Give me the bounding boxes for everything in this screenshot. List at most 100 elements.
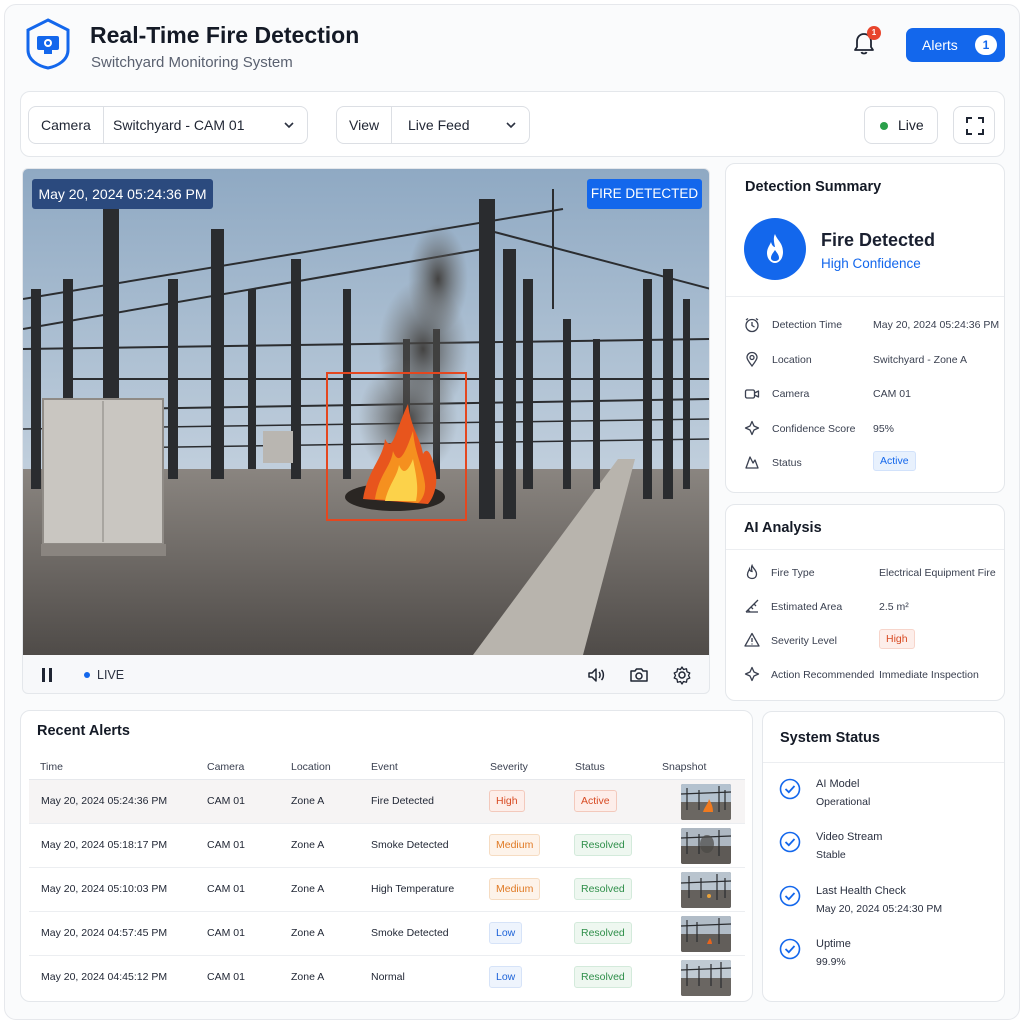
- camera-select[interactable]: Camera Switchyard - CAM 01: [28, 106, 308, 144]
- detection-confidence-text: High Confidence: [821, 256, 921, 271]
- camera-label: Camera: [772, 388, 810, 400]
- status-label: Status: [772, 457, 802, 469]
- status-badge: Active: [574, 790, 617, 812]
- check-circle-icon: [779, 938, 801, 960]
- ai-analysis-title: AI Analysis: [744, 520, 822, 536]
- snapshot-thumbnail[interactable]: [681, 916, 731, 952]
- flame-outline-icon: [746, 564, 758, 580]
- video-controls: LIVE: [23, 655, 709, 693]
- alert-event: Smoke Detected: [371, 927, 449, 939]
- page-subtitle: Switchyard Monitoring System: [91, 54, 293, 71]
- alert-event: High Temperature: [371, 883, 455, 895]
- table-row[interactable]: May 20, 2024 05:10:03 PM CAM 01 Zone A H…: [29, 868, 745, 912]
- camera-value: CAM 01: [873, 388, 911, 400]
- recent-alerts-title: Recent Alerts: [37, 723, 130, 739]
- check-circle-icon: [779, 885, 801, 907]
- live-button[interactable]: Live: [864, 106, 938, 144]
- area-ruler-icon: [745, 599, 759, 613]
- system-status-card: System Status AI Model Operational Video…: [762, 711, 1005, 1002]
- alert-event: Fire Detected: [371, 795, 435, 807]
- notification-badge: 1: [867, 26, 881, 40]
- view-select-label: View: [337, 107, 393, 143]
- alert-camera: CAM 01: [207, 971, 245, 983]
- status-badge: Resolved: [574, 834, 632, 856]
- flame-icon: [767, 234, 783, 263]
- alerts-button-label: Alerts: [922, 37, 958, 53]
- video-stream-label: Video Stream: [816, 831, 883, 843]
- system-status-title: System Status: [780, 730, 880, 746]
- live-indicator-label: LIVE: [97, 668, 125, 682]
- confidence-score-label: Confidence Score: [772, 423, 856, 435]
- divider: [763, 762, 1004, 763]
- status-badge: Resolved: [574, 878, 632, 900]
- confidence-score-value: 95%: [873, 423, 895, 435]
- volume-icon[interactable]: [586, 665, 606, 685]
- ai-model-value: Operational: [816, 796, 871, 808]
- alert-location: Zone A: [291, 883, 325, 895]
- table-row[interactable]: May 20, 2024 04:57:45 PM CAM 01 Zone A S…: [29, 912, 745, 956]
- view-select-value: Live Feed: [408, 117, 470, 133]
- table-row[interactable]: May 20, 2024 05:24:36 PM CAM 01 Zone A F…: [29, 780, 745, 824]
- column-header-snapshot: Snapshot: [662, 761, 707, 773]
- severity-badge: Low: [489, 966, 523, 988]
- snapshot-thumbnail[interactable]: [681, 960, 731, 996]
- snapshot-thumbnail[interactable]: [681, 828, 731, 864]
- snapshot-camera-icon[interactable]: [629, 665, 649, 685]
- alert-time: May 20, 2024 05:18:17 PM: [41, 839, 168, 851]
- alert-time: May 20, 2024 04:57:45 PM: [41, 927, 168, 939]
- action-recommended-label: Action Recommended: [771, 669, 875, 681]
- alert-location: Zone A: [291, 971, 325, 983]
- status-badge: Resolved: [574, 922, 632, 944]
- pause-icon[interactable]: [37, 665, 57, 685]
- app-logo-icon: [26, 18, 70, 70]
- alerts-button[interactable]: Alerts 1: [906, 28, 1005, 62]
- fullscreen-icon: [966, 117, 984, 135]
- estimated-area-label: Estimated Area: [771, 601, 843, 613]
- alert-time: May 20, 2024 04:45:12 PM: [41, 971, 168, 983]
- last-health-check-label: Last Health Check: [816, 885, 906, 897]
- alert-camera: CAM 01: [207, 839, 245, 851]
- uptime-value: 99.9%: [816, 956, 846, 968]
- alert-location: Zone A: [291, 795, 325, 807]
- check-circle-icon: [779, 831, 801, 853]
- page-title: Real-Time Fire Detection: [90, 22, 360, 48]
- settings-gear-icon[interactable]: [672, 665, 692, 685]
- estimated-area-value: 2.5 m²: [879, 601, 909, 613]
- camera-toolbar: Camera Switchyard - CAM 01 View Live Fee…: [20, 91, 1005, 157]
- video-stream-value: Stable: [816, 849, 846, 861]
- detection-time-value: May 20, 2024 05:24:36 PM: [873, 319, 1000, 331]
- detection-summary-card: Detection Summary Fire Detected High Con…: [725, 163, 1005, 493]
- column-header-status: Status: [575, 761, 605, 773]
- target-icon: [744, 420, 760, 436]
- alert-event: Smoke Detected: [371, 839, 449, 851]
- warning-triangle-icon: [744, 632, 760, 647]
- table-row[interactable]: May 20, 2024 04:45:12 PM CAM 01 Zone A N…: [29, 956, 745, 1000]
- fire-type-value: Electrical Equipment Fire: [879, 567, 996, 579]
- live-button-label: Live: [898, 117, 924, 133]
- detection-summary-title: Detection Summary: [745, 179, 882, 195]
- fullscreen-button[interactable]: [953, 106, 995, 144]
- live-indicator-dot: [84, 672, 90, 678]
- table-row[interactable]: May 20, 2024 05:18:17 PM CAM 01 Zone A S…: [29, 824, 745, 868]
- status-badge: Resolved: [574, 966, 632, 988]
- fire-type-label: Fire Type: [771, 567, 815, 579]
- severity-badge: Medium: [489, 834, 541, 856]
- alerts-count-badge: 1: [975, 35, 997, 55]
- alert-event: Normal: [371, 971, 405, 983]
- column-header-camera: Camera: [207, 761, 245, 773]
- detection-status-title: Fire Detected: [821, 230, 936, 250]
- view-select[interactable]: View Live Feed: [336, 106, 530, 144]
- action-recommended-value: Immediate Inspection: [879, 669, 979, 681]
- divider: [726, 549, 1004, 550]
- ai-analysis-card: AI Analysis Fire Type Electrical Equipme…: [725, 504, 1005, 701]
- snapshot-thumbnail[interactable]: [681, 784, 731, 820]
- video-player[interactable]: May 20, 2024 05:24:36 PM FIRE DETECTED L…: [22, 168, 710, 694]
- location-label: Location: [772, 354, 812, 366]
- severity-badge: Low: [489, 922, 523, 944]
- snapshot-thumbnail[interactable]: [681, 872, 731, 908]
- ai-model-label: AI Model: [816, 778, 860, 790]
- alert-location: Zone A: [291, 927, 325, 939]
- status-icon: [745, 456, 759, 469]
- uptime-label: Uptime: [816, 938, 851, 950]
- column-header-location: Location: [291, 761, 331, 773]
